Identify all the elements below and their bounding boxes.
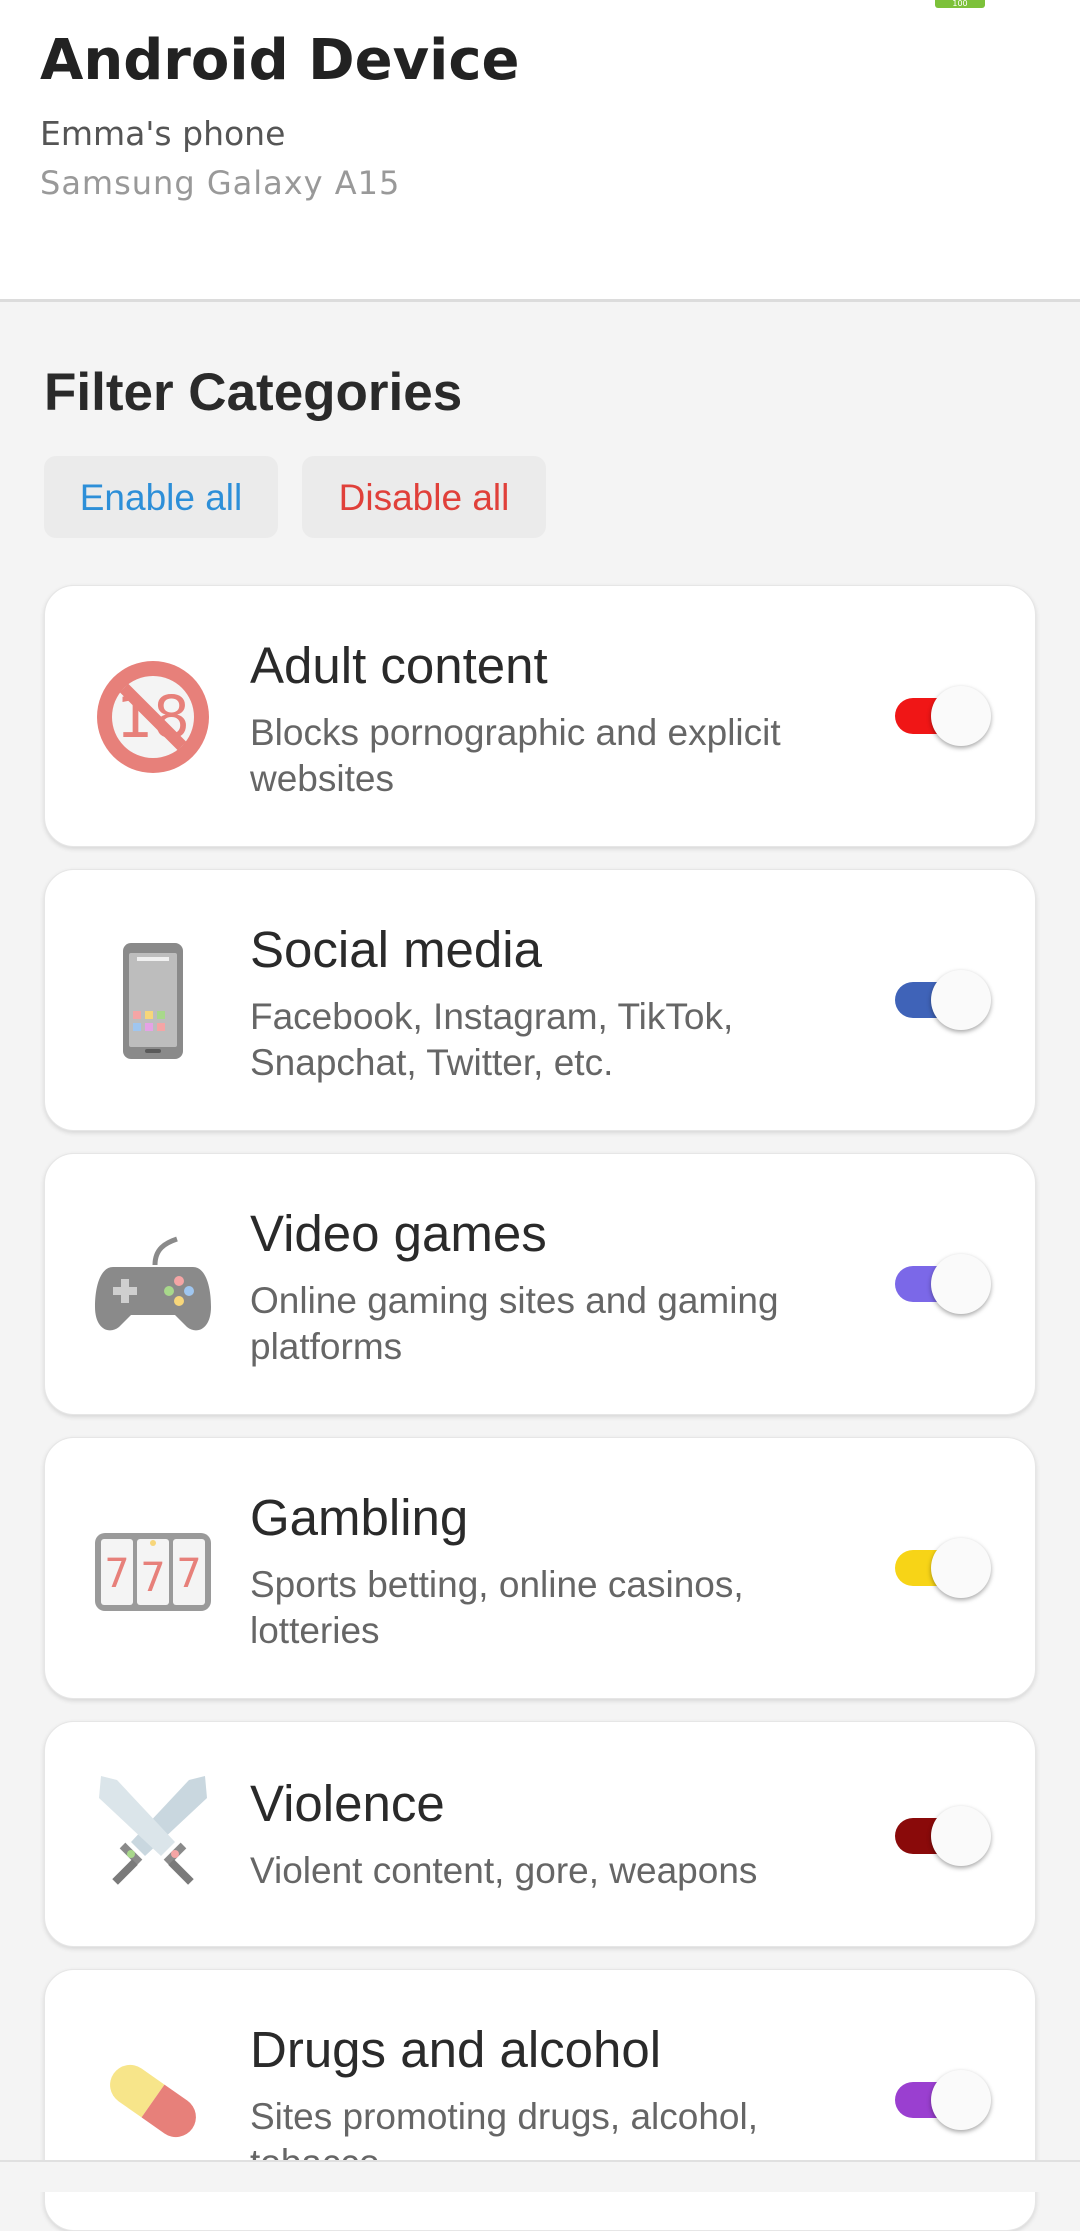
bottom-divider xyxy=(0,2160,1080,2192)
toggle-knob xyxy=(931,1538,991,1598)
disable-all-button[interactable]: Disable all xyxy=(302,456,546,538)
toggle-knob xyxy=(931,1806,991,1866)
category-card-gambling: 7 7 7 Gambling Sports betting, online ca… xyxy=(44,1437,1036,1699)
gambling-toggle[interactable] xyxy=(895,1538,991,1598)
toggle-knob xyxy=(931,970,991,1030)
category-title: Adult content xyxy=(250,637,548,694)
category-title: Drugs and alcohol xyxy=(250,2021,662,2078)
violence-toggle[interactable] xyxy=(895,1806,991,1866)
category-title: Social media xyxy=(250,921,542,978)
device-name: Emma's phone xyxy=(40,114,286,153)
svg-text:7: 7 xyxy=(140,1555,165,1601)
toggle-knob xyxy=(931,2070,991,2130)
category-title: Video games xyxy=(250,1205,547,1262)
device-model: Samsung Galaxy A15 xyxy=(40,164,401,202)
mobile-phone-icon xyxy=(93,941,213,1061)
category-description: Online gaming sites and gaming platforms xyxy=(250,1280,779,1367)
category-description: Blocks pornographic and explicit website… xyxy=(250,712,781,799)
no-under-18-icon: 18 xyxy=(93,657,213,777)
toggle-knob xyxy=(931,1254,991,1314)
slot-machine-icon: 7 7 7 xyxy=(93,1509,213,1629)
category-card-social-media: Social media Facebook, Instagram, TikTok… xyxy=(44,869,1036,1131)
category-description: Facebook, Instagram, TikTok, Snapchat, T… xyxy=(250,996,734,1083)
category-description: Sports betting, online casinos, lotterie… xyxy=(250,1564,744,1651)
category-card-violence: Violence Violent content, gore, weapons xyxy=(44,1721,1036,1947)
social-media-toggle[interactable] xyxy=(895,970,991,1030)
device-header: 100 Android Device Emma's phone Samsung … xyxy=(0,0,1080,302)
page-title: Android Device xyxy=(40,28,520,93)
enable-all-button[interactable]: Enable all xyxy=(44,456,278,538)
adult-content-toggle[interactable] xyxy=(895,686,991,746)
category-description: Violent content, gore, weapons xyxy=(250,1850,758,1891)
category-title: Violence xyxy=(250,1775,445,1832)
svg-text:7: 7 xyxy=(176,1551,201,1597)
category-title: Gambling xyxy=(250,1489,469,1546)
pill-icon xyxy=(93,2041,213,2161)
game-controller-icon xyxy=(93,1225,213,1345)
toggle-knob xyxy=(931,686,991,746)
svg-text:7: 7 xyxy=(104,1551,129,1597)
category-card-adult-content: 18 Adult content Blocks pornographic and… xyxy=(44,585,1036,847)
category-card-video-games: Video games Online gaming sites and gami… xyxy=(44,1153,1036,1415)
crossed-swords-icon xyxy=(93,1774,213,1894)
drugs-and-alcohol-toggle[interactable] xyxy=(895,2070,991,2130)
video-games-toggle[interactable] xyxy=(895,1254,991,1314)
battery-indicator: 100 xyxy=(935,0,985,8)
section-title: Filter Categories xyxy=(44,363,463,422)
